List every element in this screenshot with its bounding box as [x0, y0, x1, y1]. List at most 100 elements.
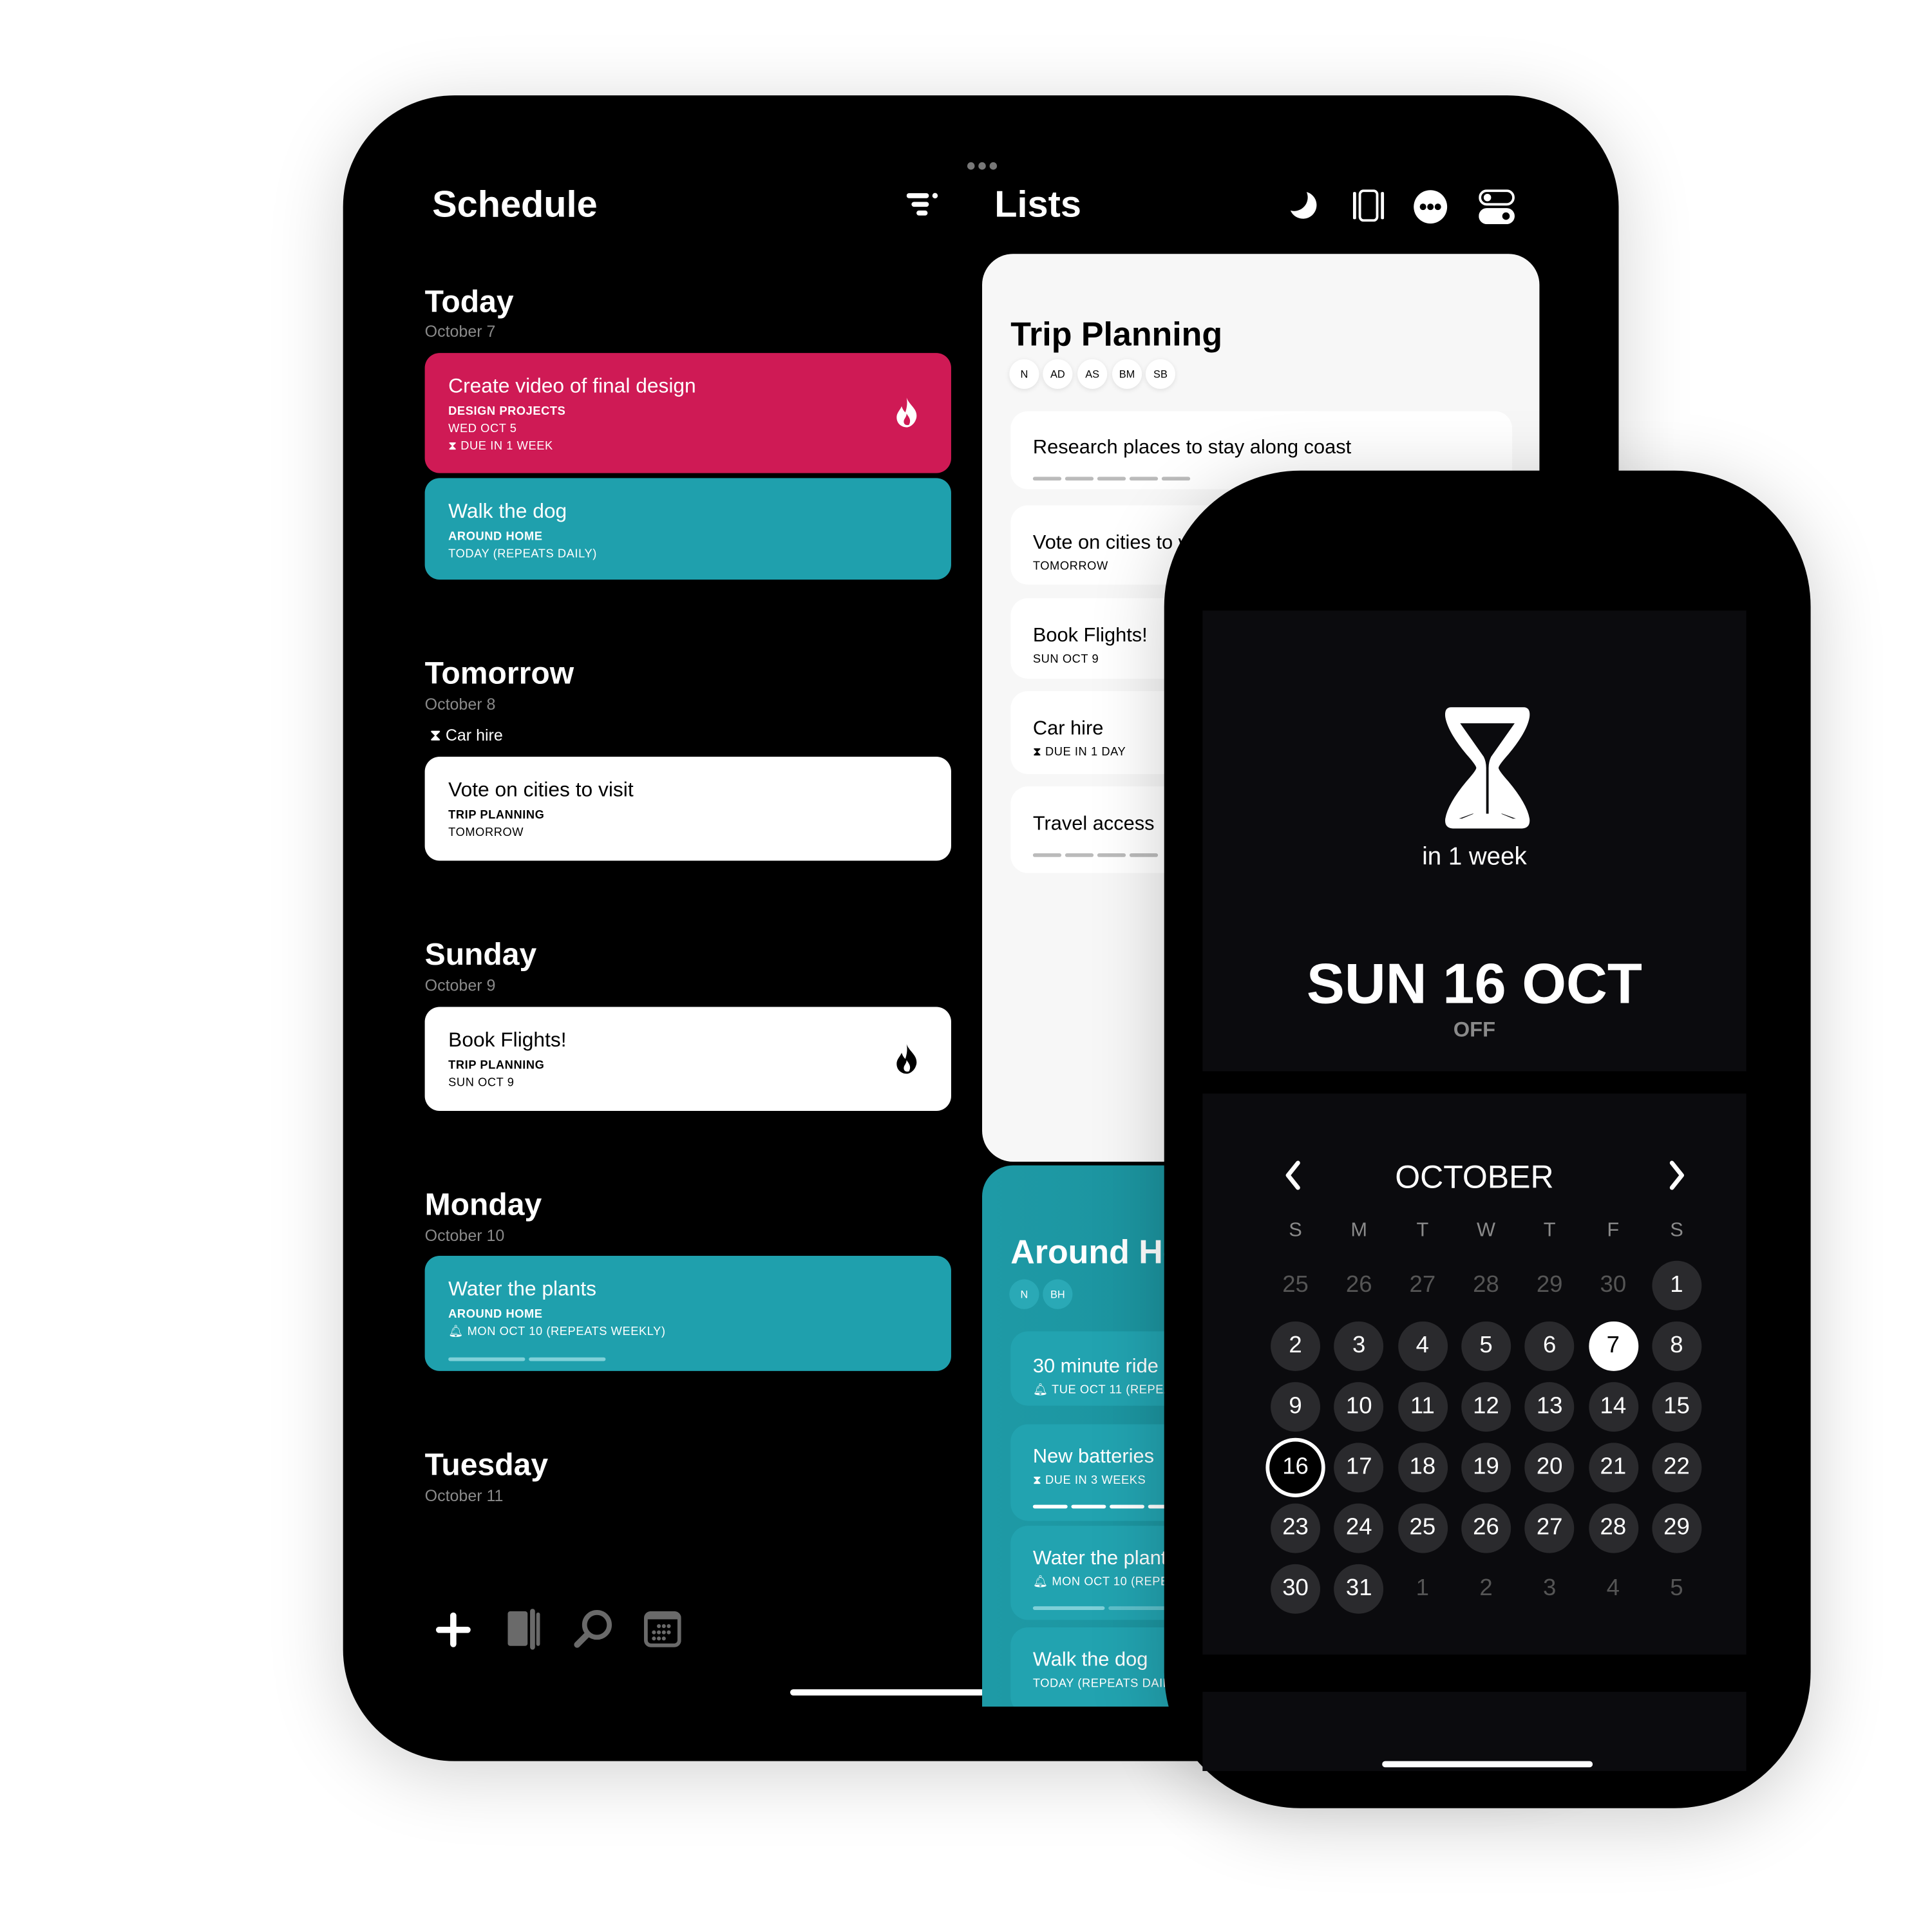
weekday-label: S	[1289, 1220, 1302, 1241]
section-date: October 11	[424, 1486, 504, 1505]
member-avatar[interactable]: AD	[1043, 359, 1073, 389]
flame-icon	[896, 1044, 917, 1074]
calendar-day[interactable]: 14	[1588, 1382, 1638, 1432]
bell-icon: 🔔︎	[1032, 1383, 1052, 1397]
weekday-label: W	[1476, 1220, 1496, 1241]
calendar-day-outside-month[interactable]: 1	[1397, 1564, 1447, 1614]
calendar-day[interactable]: 23	[1271, 1503, 1321, 1553]
calendar-day[interactable]: 22	[1652, 1443, 1701, 1493]
weekday-label: F	[1607, 1220, 1620, 1241]
member-avatar[interactable]: BH	[1043, 1279, 1073, 1309]
moon-icon[interactable]	[1289, 191, 1319, 220]
section-date: October 9	[424, 976, 496, 995]
task-date-text: MON OCT 10 (REPEATS WEEKLY)	[467, 1325, 666, 1339]
task-title: Water the plants	[448, 1278, 597, 1301]
multitasking-dots-icon[interactable]	[966, 161, 998, 171]
month-label: OCTOBER	[1395, 1158, 1554, 1195]
calendar-day-outside-month[interactable]: 29	[1525, 1261, 1575, 1311]
calendar-day[interactable]: 18	[1397, 1443, 1448, 1493]
schedule-title: Schedule	[432, 184, 598, 226]
calendar-day[interactable]: 5	[1461, 1321, 1511, 1371]
task-title: Book Flights!	[448, 1029, 567, 1052]
lists-title: Lists	[994, 184, 1081, 226]
task-card[interactable]: Book Flights! TRIP PLANNING SUN OCT 9	[424, 1007, 951, 1112]
calendar-day-selected[interactable]: 16	[1265, 1437, 1325, 1498]
calendar-day-today[interactable]: 7	[1588, 1321, 1638, 1371]
countdown-text: in 1 week	[1422, 843, 1527, 871]
member-avatar[interactable]: N	[1009, 359, 1039, 389]
plus-icon[interactable]	[435, 1611, 472, 1649]
search-icon[interactable]	[573, 1609, 613, 1651]
filter-icon[interactable]	[906, 192, 939, 216]
calendar-day[interactable]: 6	[1524, 1321, 1575, 1371]
calendar-day[interactable]: 8	[1652, 1321, 1701, 1371]
calendar-icon[interactable]	[644, 1611, 681, 1649]
calendar-day[interactable]: 10	[1334, 1382, 1384, 1432]
member-avatar[interactable]: N	[1009, 1279, 1039, 1309]
calendar-day[interactable]: 1	[1652, 1260, 1701, 1311]
calendar-day[interactable]: 13	[1524, 1382, 1575, 1432]
section-tuesday: Tuesday	[424, 1448, 549, 1482]
calendar-day[interactable]: 17	[1334, 1443, 1384, 1493]
calendar-day[interactable]: 25	[1397, 1503, 1448, 1553]
task-date: TODAY (REPEATS DAILY)	[448, 547, 597, 562]
calendar-day-outside-month[interactable]: 27	[1397, 1261, 1447, 1311]
toggles-icon[interactable]	[1479, 189, 1516, 225]
item-sub-text: DUE IN 1 DAY	[1045, 745, 1126, 759]
calendar-day-outside-month[interactable]: 3	[1525, 1564, 1575, 1614]
task-card[interactable]: Walk the dog AROUND HOME TODAY (REPEATS …	[424, 478, 951, 580]
calendar-day-outside-month[interactable]: 25	[1271, 1261, 1320, 1311]
task-card[interactable]: Vote on cities to visit TRIP PLANNING TO…	[424, 757, 951, 861]
home-indicator[interactable]	[1382, 1761, 1593, 1768]
task-card[interactable]: Water the plants AROUND HOME 🔔︎ MON OCT …	[424, 1256, 951, 1371]
task-date: 🔔︎ MON OCT 10 (REPEATS WEEKLY)	[448, 1324, 951, 1341]
calendar-day[interactable]: 26	[1461, 1503, 1511, 1553]
calendar-day-outside-month[interactable]: 30	[1588, 1261, 1638, 1311]
calendar-day[interactable]: 2	[1271, 1321, 1321, 1371]
member-avatar[interactable]: AS	[1077, 359, 1108, 389]
calendar-day[interactable]: 29	[1652, 1503, 1701, 1553]
calendar-day-outside-month[interactable]: 28	[1461, 1261, 1511, 1311]
task-due: ⧗ DUE IN 1 WEEK	[448, 439, 951, 456]
calendar-day[interactable]: 28	[1588, 1503, 1638, 1553]
section-sunday: Sunday	[424, 937, 537, 972]
section-tomorrow: Tomorrow	[424, 656, 574, 692]
item-sub-text: TUE OCT 11 (REPEAT	[1051, 1383, 1179, 1397]
calendar-day[interactable]: 24	[1334, 1503, 1384, 1553]
calendar-day-outside-month[interactable]: 5	[1652, 1564, 1701, 1614]
task-date: TOMORROW	[448, 826, 524, 840]
calendar-day[interactable]: 21	[1588, 1443, 1638, 1493]
member-avatar[interactable]: SB	[1145, 359, 1176, 389]
bottom-panel	[1202, 1691, 1747, 1772]
calendar-day[interactable]: 3	[1334, 1321, 1384, 1371]
calendar-day-outside-month[interactable]: 4	[1588, 1564, 1638, 1614]
book-icon[interactable]	[507, 1609, 542, 1651]
calendar-day[interactable]: 20	[1524, 1443, 1575, 1493]
more-icon[interactable]	[1413, 189, 1448, 224]
sidebar-icon[interactable]	[1352, 189, 1385, 222]
calendar-day[interactable]: 4	[1397, 1321, 1448, 1371]
calendar-day[interactable]: 9	[1271, 1382, 1321, 1432]
bell-icon: 🔔︎	[448, 1325, 468, 1339]
event-status: OFF	[1453, 1018, 1496, 1042]
calendar-day[interactable]: 12	[1461, 1382, 1511, 1432]
task-due-text: DUE IN 1 WEEK	[460, 439, 553, 453]
hourglass-icon: ⧗	[448, 439, 461, 453]
calendar-day[interactable]: 11	[1397, 1382, 1448, 1432]
calendar-day[interactable]: 30	[1271, 1564, 1321, 1614]
calendar-day-outside-month[interactable]: 26	[1334, 1261, 1384, 1311]
task-card[interactable]: Create video of final design DESIGN PROJ…	[424, 353, 951, 473]
task-title: Walk the dog	[448, 500, 567, 523]
hourglass-icon: ⧗	[1032, 1473, 1045, 1488]
calendar-day[interactable]: 27	[1524, 1503, 1575, 1553]
calendar-day[interactable]: 19	[1461, 1443, 1511, 1493]
deadline-note[interactable]: ⧗ Car hire	[430, 726, 502, 746]
calendar-day-outside-month[interactable]: 2	[1461, 1564, 1511, 1614]
calendar-day[interactable]: 15	[1652, 1382, 1701, 1432]
task-list: TRIP PLANNING	[448, 1059, 545, 1073]
hourglass-icon: ⧗	[430, 725, 446, 744]
calendar-day[interactable]: 31	[1334, 1564, 1384, 1614]
chevron-right-icon[interactable]	[1668, 1160, 1685, 1190]
home-indicator[interactable]	[790, 1689, 985, 1696]
member-avatar[interactable]: BM	[1112, 359, 1142, 389]
